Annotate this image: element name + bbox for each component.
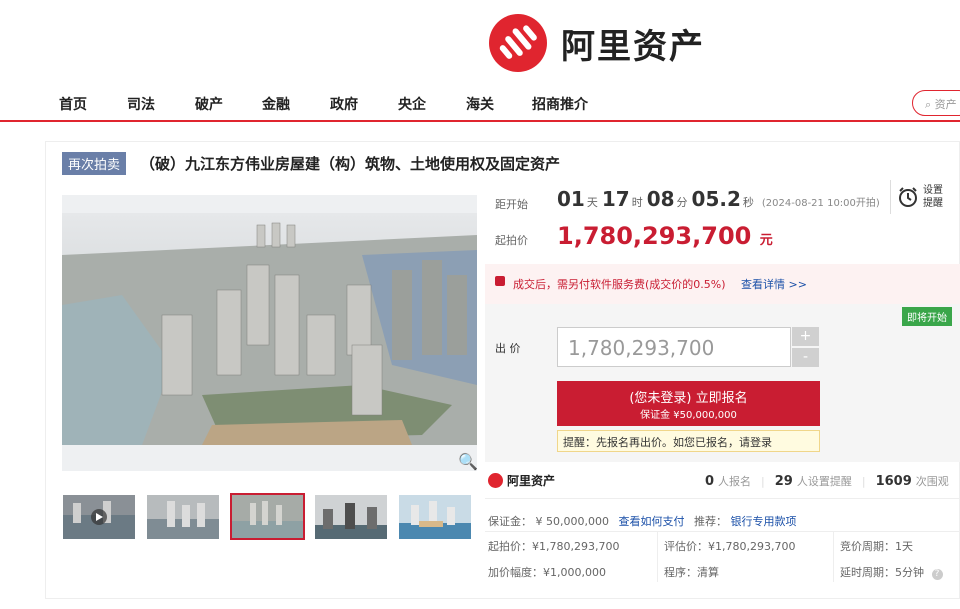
bid-amount-input[interactable]: 1,780,293,700	[557, 327, 791, 367]
reminder-line1: 设置	[923, 185, 943, 196]
stats-brand: 阿里资产	[488, 472, 555, 489]
site-header: 阿里资产	[0, 0, 960, 80]
thumbnail-1[interactable]	[63, 495, 135, 539]
logo-text: 阿里资产	[561, 26, 705, 67]
countdown-minutes-unit: 分	[676, 196, 688, 209]
countdown-minutes: 08	[646, 187, 675, 211]
login-hint: 提醒：先报名再出价。如您已报名，请登录	[557, 430, 820, 452]
main-nav: 首页 司法 破产 金融 政府 央企 海关 招商推介	[0, 80, 960, 122]
stats-brand-name: 阿里资产	[507, 474, 556, 488]
signup-count-label: 人报名	[718, 475, 752, 488]
reauction-tag: 再次拍卖	[62, 152, 127, 175]
countdown-days-unit: 天	[586, 196, 598, 209]
start-price-unit: 元	[759, 233, 773, 248]
detail-start-price: 起拍价：¥1,780,293,700	[488, 540, 620, 553]
brand-mini-logo-icon	[488, 473, 503, 488]
signup-button[interactable]: (您未登录) 立即报名 保证金 ¥50,000,000	[557, 381, 820, 426]
nav-item-customs[interactable]: 海关	[466, 94, 494, 114]
signup-count: 0	[705, 474, 715, 489]
detail-appraisal: 评估价：¥1,780,293,700	[664, 540, 796, 553]
aerial-city-photo	[62, 195, 477, 471]
start-price-label: 起拍价	[495, 234, 528, 247]
start-price-number: 1,780,293,700	[557, 222, 752, 250]
detail-cycle: 竞价周期：1天	[840, 540, 913, 553]
countdown-timer: 01 天 17 时 08 分 05.2 秒 (2024-08-21 10:00开…	[557, 187, 884, 211]
search-placeholder: 资产	[934, 98, 957, 111]
logo-mark-icon	[489, 14, 547, 72]
countdown-seconds: 05.2	[691, 187, 741, 211]
detail-delay: 延时周期：5分钟 ?	[840, 564, 943, 580]
thumbnail-2[interactable]	[147, 495, 219, 539]
question-icon[interactable]: ?	[931, 569, 943, 580]
deposit-label: 保证金：	[488, 515, 532, 528]
start-time-note: (2024-08-21 10:00开拍)	[761, 198, 880, 209]
increase-bid-button[interactable]: +	[792, 327, 819, 346]
view-count: 1609	[875, 474, 912, 489]
detail-delay-text: 延时周期：5分钟	[840, 566, 924, 579]
alarm-clock-icon	[899, 187, 917, 207]
reminder-line2: 提醒	[923, 198, 943, 209]
item-title-row: 再次拍卖 （破）九江东方伟业房屋建（构）筑物、土地使用权及固定资产	[62, 152, 560, 175]
notice-icon	[495, 276, 505, 286]
countdown-hours: 17	[601, 187, 630, 211]
bid-label: 出 价	[495, 342, 521, 355]
deposit-value: ¥ 50,000,000	[535, 515, 609, 528]
nav-item-investment[interactable]: 招商推介	[532, 94, 588, 114]
stats-counts: 0 人报名 | 29 人设置提醒 | 1609 次围观	[705, 474, 949, 489]
nav-item-bankruptcy[interactable]: 破产	[195, 94, 223, 114]
site-logo[interactable]: 阿里资产	[489, 14, 705, 72]
recommend-label: 推荐：	[693, 515, 727, 528]
set-reminder-button[interactable]: 设置 提醒	[890, 180, 943, 214]
search-icon: ⌕	[925, 98, 932, 111]
countdown-seconds-unit: 秒	[742, 196, 754, 209]
nav-item-government[interactable]: 政府	[330, 94, 358, 114]
reminder-count: 29	[774, 474, 793, 489]
signup-deposit: 保证金 ¥50,000,000	[640, 410, 737, 421]
main-photo[interactable]	[62, 195, 477, 471]
detail-increment: 加价幅度：¥1,000,000	[488, 566, 606, 579]
countdown-label: 距开始	[495, 198, 528, 211]
decrease-bid-button[interactable]: -	[792, 348, 819, 367]
countdown-days: 01	[557, 187, 585, 211]
thumbnail-5[interactable]	[399, 495, 471, 539]
reminder-count-label: 人设置提醒	[796, 475, 852, 488]
thumbnail-4[interactable]	[315, 495, 387, 539]
countdown-hours-unit: 时	[631, 196, 643, 209]
search-input[interactable]: ⌕ 资产	[912, 90, 960, 116]
how-to-pay-link[interactable]: 查看如何支付	[618, 515, 684, 528]
nav-item-soe[interactable]: 央企	[398, 94, 426, 114]
item-title: （破）九江东方伟业房屋建（构）筑物、土地使用权及固定资产	[140, 155, 561, 173]
status-badge: 即将开始	[902, 307, 952, 326]
nav-item-home[interactable]: 首页	[59, 94, 87, 114]
service-fee-details-link[interactable]: 查看详情 >>	[741, 276, 807, 292]
service-fee-notice: 成交后，需另付软件服务费(成交价的0.5%) 查看详情 >>	[485, 264, 960, 304]
start-price-value: 1,780,293,700 元	[557, 222, 773, 250]
bank-account-link[interactable]: 银行专用款项	[730, 515, 796, 528]
view-count-label: 次围观	[915, 475, 949, 488]
magnifier-icon[interactable]: 🔍	[458, 452, 478, 471]
nav-item-finance[interactable]: 金融	[262, 94, 290, 114]
signup-title: (您未登录) 立即报名	[629, 391, 748, 406]
thumbnail-3-selected[interactable]	[230, 493, 305, 540]
deposit-row: 保证金： ¥ 50,000,000 查看如何支付 推荐： 银行专用款项	[488, 513, 796, 529]
detail-procedure: 程序：清算	[664, 566, 719, 579]
service-fee-text: 成交后，需另付软件服务费(成交价的0.5%)	[513, 278, 726, 291]
nav-item-judicial[interactable]: 司法	[127, 94, 155, 114]
